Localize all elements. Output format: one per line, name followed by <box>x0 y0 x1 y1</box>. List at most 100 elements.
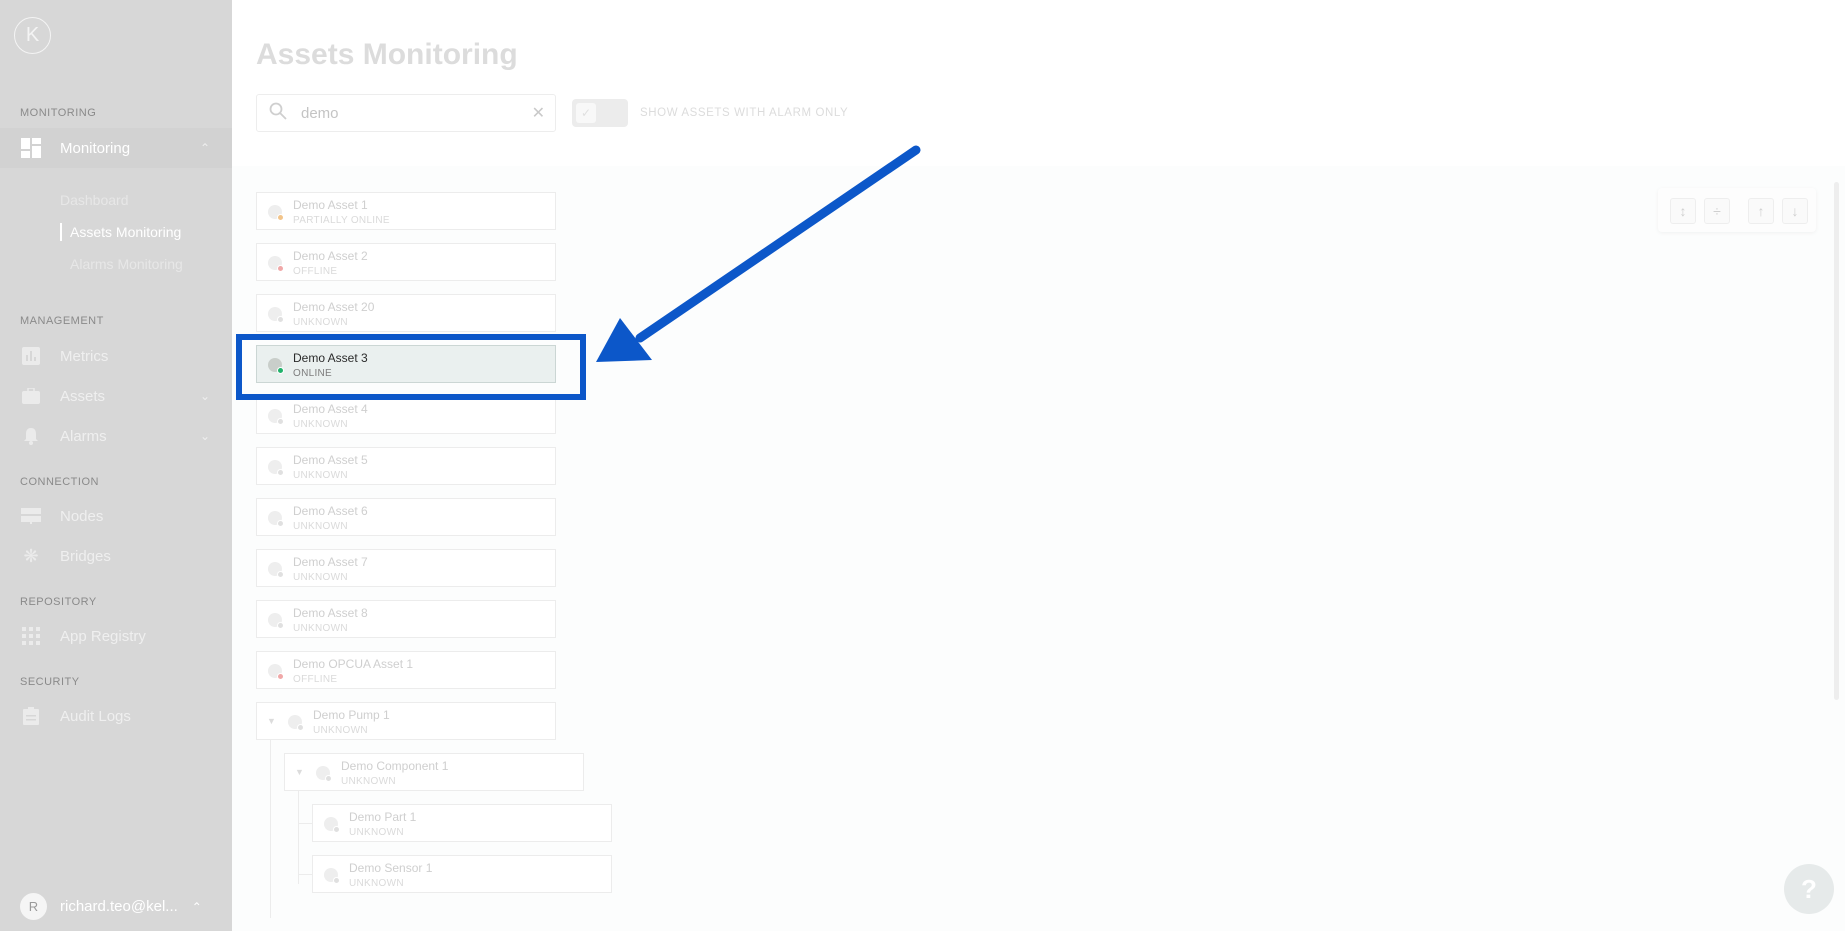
sidebar-item-label: Audit Logs <box>60 707 131 725</box>
asset-status: UNKNOWN <box>341 776 396 787</box>
status-dot <box>277 571 284 578</box>
sidebar-item-audit-logs[interactable]: Audit Logs <box>0 696 232 736</box>
arrow-up-icon[interactable]: ↑ <box>1748 198 1774 224</box>
status-dot <box>277 265 284 272</box>
collapse-all-icon[interactable]: ÷ <box>1704 198 1730 224</box>
clipboard-icon <box>21 706 41 726</box>
section-monitoring: MONITORING <box>20 107 97 119</box>
status-dot <box>277 520 284 527</box>
tree-connector <box>298 874 312 875</box>
sidebar-item-monitoring[interactable]: Monitoring ⌃ <box>0 128 232 168</box>
search-value: demo <box>301 104 339 122</box>
asset-row[interactable]: Demo Asset 1 PARTIALLY ONLINE <box>256 192 556 230</box>
avatar: R <box>20 893 47 920</box>
asset-name: Demo Part 1 <box>349 810 417 824</box>
asset-name: Demo Sensor 1 <box>349 861 433 875</box>
tree-connector <box>298 823 312 824</box>
section-connection: CONNECTION <box>20 476 99 488</box>
chevron-up-icon: ⌃ <box>199 141 210 155</box>
sidebar-item-label: App Registry <box>60 627 146 645</box>
sidebar-item-alarms[interactable]: Alarms ⌄ <box>0 416 232 456</box>
asset-status: UNKNOWN <box>313 725 368 736</box>
app-logo[interactable]: K <box>14 17 51 54</box>
user-email: richard.teo@kel... <box>60 898 178 915</box>
sidebar: K MONITORING Monitoring ⌃ Dashboard Asse… <box>0 0 232 931</box>
asset-status: OFFLINE <box>293 674 338 685</box>
asset-name: Demo Pump 1 <box>313 708 390 722</box>
tree-connector <box>270 740 271 918</box>
asset-name: Demo Asset 2 <box>293 249 368 263</box>
network-icon: ❋ <box>23 545 39 566</box>
asset-status: UNKNOWN <box>293 572 348 583</box>
sidebar-subitem-alarms-monitoring[interactable]: Alarms Monitoring <box>70 256 183 272</box>
status-dot <box>277 622 284 629</box>
asset-name: Demo Asset 7 <box>293 555 368 569</box>
asset-row[interactable]: Demo Asset 4 UNKNOWN <box>256 396 556 434</box>
sidebar-item-metrics[interactable]: Metrics <box>0 336 232 376</box>
caret-down-icon[interactable]: ▼ <box>295 767 304 777</box>
asset-name: Demo OPCUA Asset 1 <box>293 657 414 671</box>
tree-connector <box>298 790 299 884</box>
sidebar-item-label: Nodes <box>60 507 104 525</box>
status-dot <box>277 316 284 323</box>
bell-icon <box>21 426 41 446</box>
asset-name: Demo Asset 5 <box>293 453 368 467</box>
sidebar-item-label: Metrics <box>60 347 109 365</box>
asset-name: Demo Asset 20 <box>293 300 375 314</box>
status-dot <box>277 214 284 221</box>
asset-name: Demo Asset 1 <box>293 198 368 212</box>
asset-row[interactable]: Demo Asset 5 UNKNOWN <box>256 447 556 485</box>
highlight-box <box>236 334 586 400</box>
asset-status: UNKNOWN <box>293 317 348 328</box>
asset-row[interactable]: Demo OPCUA Asset 1 OFFLINE <box>256 651 556 689</box>
status-dot <box>277 469 284 476</box>
asset-row[interactable]: Demo Asset 7 UNKNOWN <box>256 549 556 587</box>
asset-name: Demo Component 1 <box>341 759 449 773</box>
asset-row[interactable]: ▼ Demo Component 1 UNKNOWN <box>284 753 584 791</box>
alarm-only-toggle[interactable]: ✓ <box>572 99 628 127</box>
section-security: SECURITY <box>20 676 80 688</box>
sidebar-item-assets[interactable]: Assets ⌄ <box>0 376 232 416</box>
alarm-only-label: SHOW ASSETS WITH ALARM ONLY <box>640 107 849 119</box>
status-dot <box>333 826 340 833</box>
caret-down-icon[interactable]: ▼ <box>267 716 276 726</box>
search-input[interactable]: demo ✕ <box>256 94 556 132</box>
asset-row[interactable]: Demo Part 1 UNKNOWN <box>312 804 612 842</box>
sidebar-item-nodes[interactable]: Nodes <box>0 496 232 536</box>
active-indicator <box>60 223 62 241</box>
asset-status: PARTIALLY ONLINE <box>293 215 390 226</box>
close-icon[interactable]: ✕ <box>532 103 545 123</box>
sidebar-subitem-dashboard[interactable]: Dashboard <box>60 192 129 208</box>
sidebar-item-bridges[interactable]: ❋ Bridges <box>0 536 232 576</box>
chevron-down-icon: ⌄ <box>199 429 210 443</box>
asset-row[interactable]: Demo Asset 2 OFFLINE <box>256 243 556 281</box>
sidebar-item-label: Bridges <box>60 547 111 565</box>
asset-status: UNKNOWN <box>293 521 348 532</box>
asset-row[interactable]: Demo Asset 6 UNKNOWN <box>256 498 556 536</box>
asset-row[interactable]: Demo Sensor 1 UNKNOWN <box>312 855 612 893</box>
sidebar-item-label: Monitoring <box>60 139 131 157</box>
arrow-down-icon[interactable]: ↓ <box>1782 198 1808 224</box>
help-button[interactable]: ? <box>1784 864 1834 914</box>
asset-status: UNKNOWN <box>293 470 348 481</box>
section-repository: REPOSITORY <box>20 596 97 608</box>
scrollbar[interactable] <box>1834 182 1839 700</box>
asset-row[interactable]: Demo Asset 20 UNKNOWN <box>256 294 556 332</box>
sidebar-item-label: Assets <box>60 387 106 405</box>
asset-row[interactable]: Demo Asset 8 UNKNOWN <box>256 600 556 638</box>
asset-name: Demo Asset 4 <box>293 402 368 416</box>
sidebar-item-app-registry[interactable]: App Registry <box>0 616 232 656</box>
server-icon <box>21 506 41 526</box>
asset-status: UNKNOWN <box>349 878 404 889</box>
sidebar-subitem-assets-monitoring[interactable]: Assets Monitoring <box>70 224 181 240</box>
page-title: Assets Monitoring <box>256 38 518 71</box>
chevron-up-icon: ⌃ <box>191 899 202 914</box>
status-dot <box>277 418 284 425</box>
asset-row[interactable]: ▼ Demo Pump 1 UNKNOWN <box>256 702 556 740</box>
expand-all-icon[interactable]: ↕ <box>1670 198 1696 224</box>
asset-name: Demo Asset 6 <box>293 504 368 518</box>
user-menu[interactable]: R richard.teo@kel... ⌃ <box>20 893 202 920</box>
bar-chart-icon <box>21 346 41 366</box>
asset-status: OFFLINE <box>293 266 338 277</box>
status-dot <box>325 775 332 782</box>
